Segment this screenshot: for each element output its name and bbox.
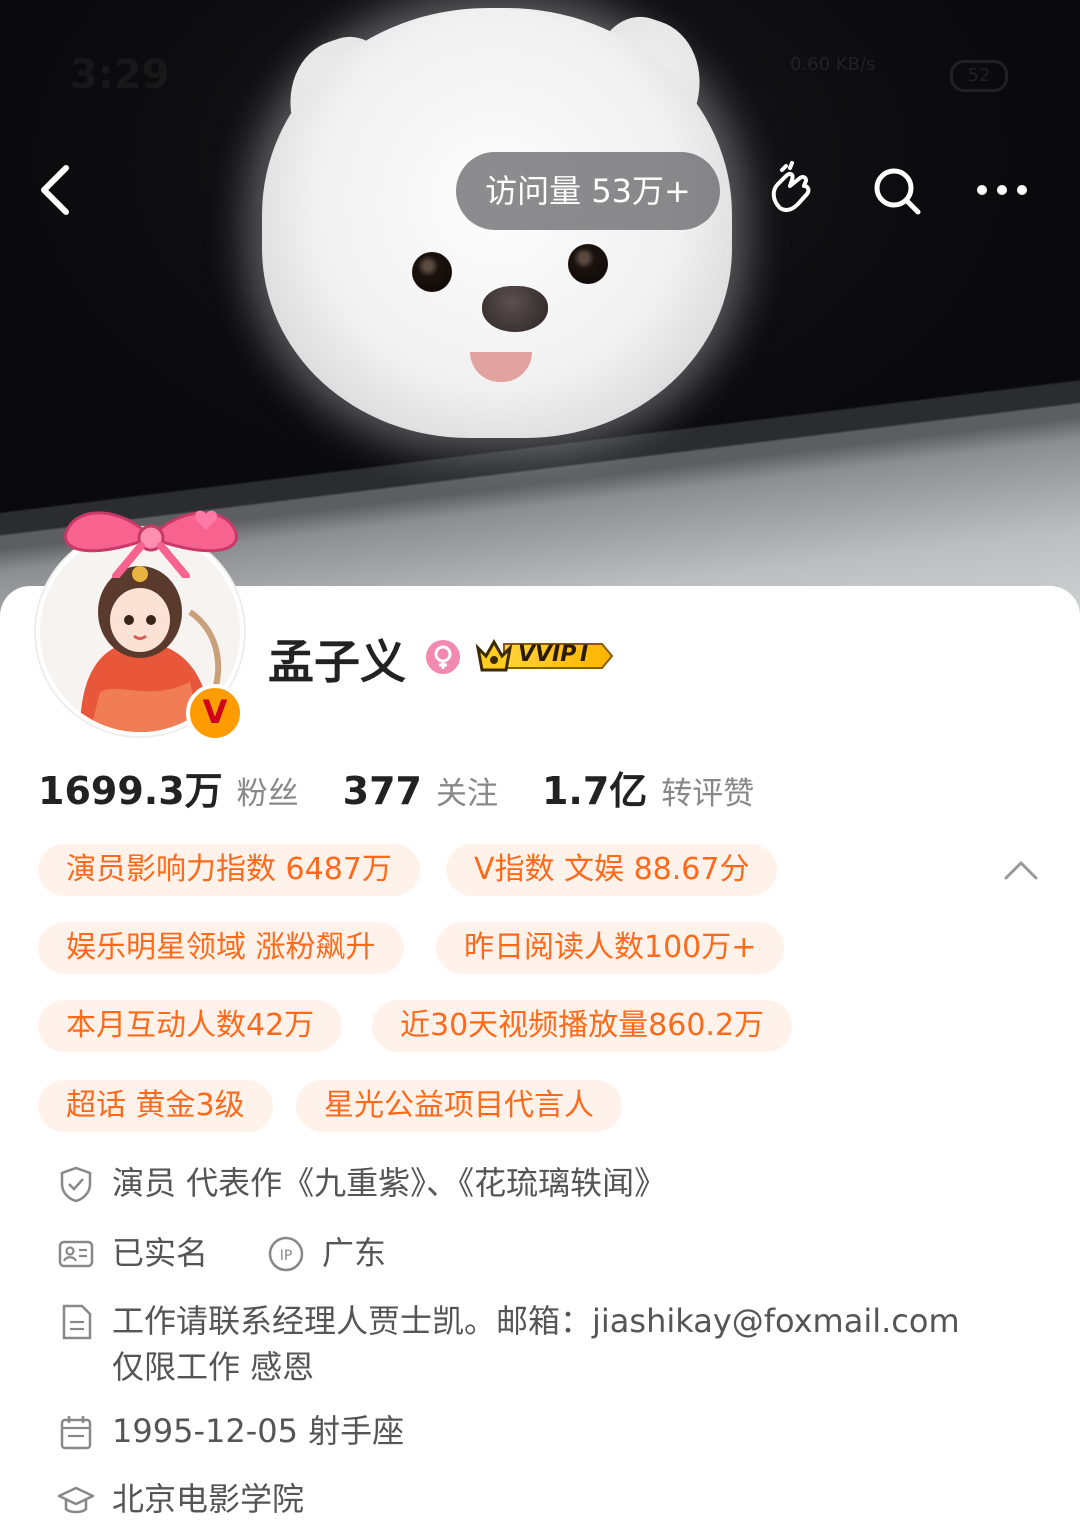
vvip-level: I (580, 642, 589, 667)
finger-heart-icon (771, 161, 811, 213)
school-row: 北京电影学院 (56, 1476, 304, 1522)
stats-row: 1699.3万 粉丝 377 关注 1.7亿 转评赞 (38, 760, 754, 816)
vvip-label: VVIP (518, 642, 577, 667)
battery-icon: 52 (950, 60, 1008, 92)
bio-line-2: 仅限工作 感恩 (112, 1348, 315, 1386)
birthday-row: 1995-12-05 射手座 (56, 1408, 404, 1454)
stat-interactions[interactable]: 1.7亿 转评赞 (542, 760, 754, 815)
document-icon (62, 1304, 92, 1340)
stat-value: 1.7亿 (541, 769, 648, 813)
school-text: 北京电影学院 (112, 1480, 305, 1518)
more-button[interactable] (972, 160, 1032, 220)
dog-eye (412, 252, 452, 292)
real-name-text: 已实名 (112, 1234, 209, 1272)
bio-row: 工作请联系经理人贾士凯。邮箱：jiashikay@foxmail.com 仅限工… (56, 1298, 960, 1390)
profile-name: 孟子义 (268, 635, 406, 689)
stat-followers[interactable]: 1699.3万 粉丝 (38, 760, 299, 815)
tag-monthly-interaction[interactable]: 本月互动人数42万 (38, 1000, 343, 1052)
dog-nose (482, 286, 548, 332)
ip-location-text: 广东 (322, 1234, 387, 1272)
bio-text: 工作请联系经理人贾士凯。邮箱：jiashikay@foxmail.com 仅限工… (112, 1298, 960, 1390)
birthday-text: 1995-12-05 射手座 (112, 1412, 405, 1450)
stat-value: 377 (342, 769, 422, 813)
finger-heart-button[interactable] (760, 160, 820, 220)
id-card-icon (58, 1240, 94, 1268)
female-gender-icon (426, 640, 460, 674)
tag-v-index[interactable]: V指数 文娱 88.67分 (446, 844, 778, 896)
chevron-left-icon (41, 165, 69, 215)
verification-text: 演员 代表作《九重紫》、《花琉璃轶闻》 (112, 1164, 667, 1202)
graduation-cap-icon (57, 1486, 95, 1514)
tag-video-plays[interactable]: 近30天视频播放量860.2万 (372, 1000, 793, 1052)
shield-check-icon (60, 1166, 92, 1203)
real-name-row: 已实名 IP 广东 (56, 1230, 386, 1276)
verification-row[interactable]: 演员 代表作《九重紫》、《花琉璃轶闻》 (56, 1160, 666, 1206)
bow-decoration-icon (64, 510, 238, 578)
stat-label: 关注 (435, 776, 498, 812)
stat-value: 1699.3万 (38, 769, 223, 813)
chevron-up-icon (1004, 861, 1038, 880)
search-icon (874, 168, 921, 215)
collapse-tags-button[interactable] (1000, 852, 1042, 888)
network-speed: 0.60 KB/s (790, 54, 876, 75)
bio-line-1: 工作请联系经理人贾士凯。邮箱：jiashikay@foxmail.com (112, 1302, 960, 1340)
tag-super-topic[interactable]: 超话 黄金3级 (38, 1080, 273, 1132)
tag-fan-growth[interactable]: 娱乐明星领域 涨粉飙升 (38, 922, 404, 974)
verified-badge: V (186, 684, 244, 742)
stat-label: 粉丝 (236, 776, 299, 812)
search-button[interactable] (866, 160, 926, 220)
visits-count-pill[interactable]: 访问量 53万+ (456, 152, 720, 230)
back-button[interactable] (30, 160, 90, 220)
status-time: 3:29 (70, 52, 170, 98)
ip-location-icon: IP (268, 1236, 304, 1272)
vvip-badge[interactable]: VVIP I (474, 636, 614, 676)
tag-daily-readers[interactable]: 昨日阅读人数100万+ (436, 922, 785, 974)
dog-eye (568, 244, 608, 284)
tag-charity[interactable]: 星光公益项目代言人 (296, 1080, 622, 1132)
stat-following[interactable]: 377 关注 (343, 768, 498, 813)
svg-text:IP: IP (280, 1248, 293, 1264)
stat-label: 转评赞 (661, 776, 755, 812)
tag-actor-influence[interactable]: 演员影响力指数 6487万 (38, 844, 420, 896)
more-dots-icon (977, 185, 1027, 195)
calendar-icon (60, 1416, 92, 1450)
